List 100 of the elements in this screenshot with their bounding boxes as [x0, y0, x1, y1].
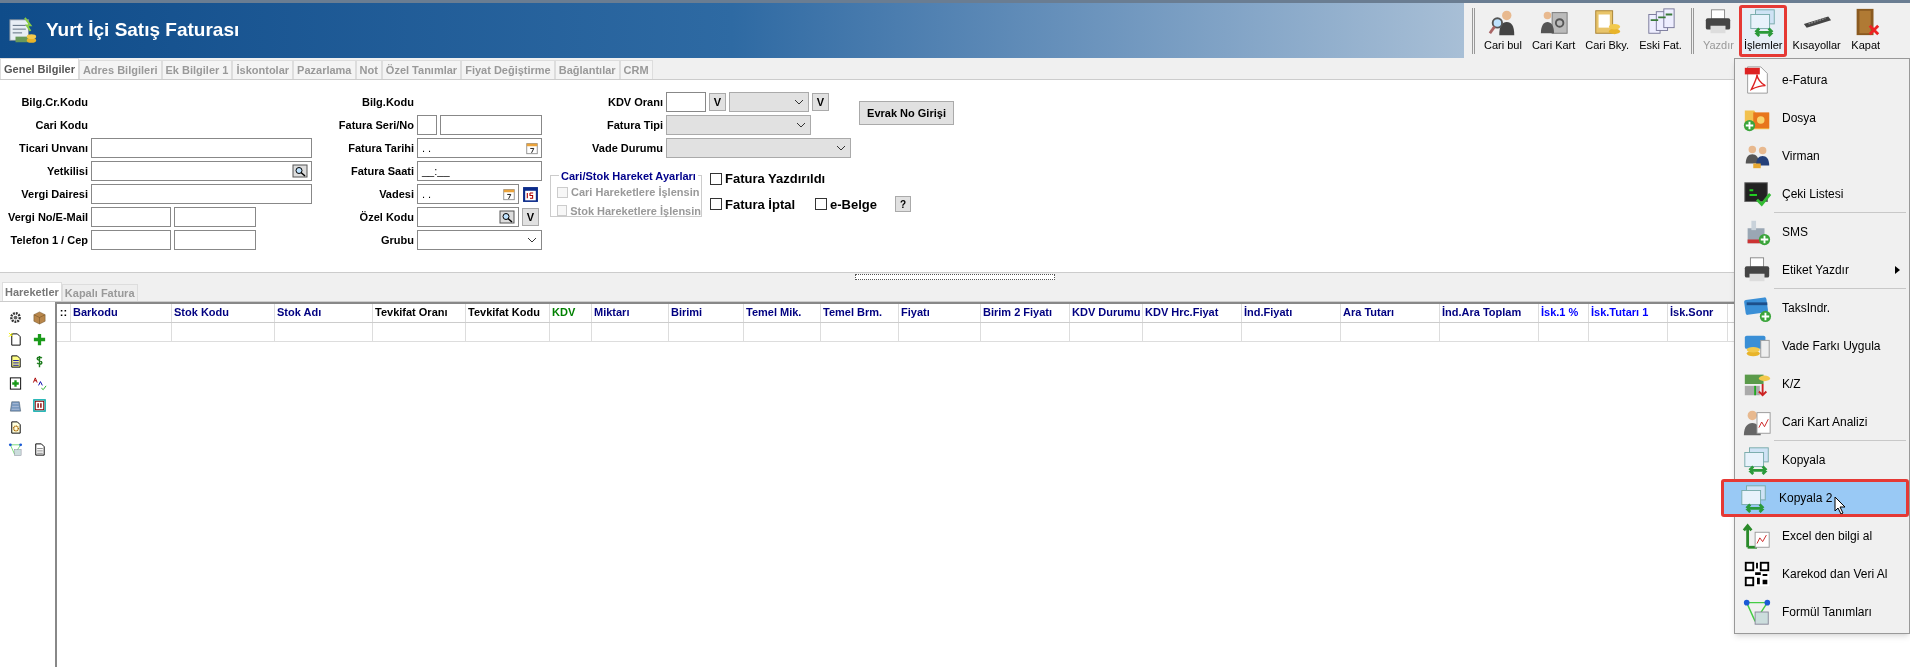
add-document-icon[interactable] — [8, 375, 23, 391]
column-header[interactable]: KDV — [550, 304, 592, 322]
submenu-arrow-icon — [1895, 266, 1900, 274]
document-lines-icon[interactable] — [8, 353, 23, 369]
menu-item[interactable]: Formül Tanımları — [1735, 593, 1909, 631]
splitter-handle[interactable] — [855, 274, 1055, 280]
v-button[interactable]: V — [812, 93, 829, 111]
column-header[interactable]: İnd.Fiyatı — [1242, 304, 1341, 322]
menu-item[interactable]: Çeki Listesi — [1735, 175, 1909, 213]
column-header[interactable]: İsk.1 % — [1539, 304, 1589, 322]
column-header[interactable]: İsk.Sonr — [1668, 304, 1728, 322]
checkbox-label: e-Belge — [830, 195, 877, 214]
menu-item[interactable]: Etiket Yazdır — [1735, 251, 1909, 289]
new-document-icon[interactable] — [8, 331, 23, 347]
toolbar-button[interactable]: Cari Kart — [1526, 4, 1581, 57]
menu-item[interactable]: SMS — [1735, 213, 1909, 251]
checkbox-label: Fatura Yazdırıldı — [725, 170, 826, 188]
lookup-icon[interactable] — [498, 209, 516, 225]
calendar-icon[interactable] — [525, 141, 539, 155]
input-field[interactable] — [666, 92, 706, 112]
windows-arrows-icon — [1742, 445, 1772, 475]
help-button[interactable]: ? — [895, 196, 911, 213]
evrak-no-button[interactable]: Evrak No Girişi — [859, 101, 954, 125]
column-header[interactable]: İnd.Ara Toplam — [1440, 304, 1539, 322]
toolbar-button[interactable]: Eski Fat. — [1634, 4, 1687, 57]
field-label: Fatura Saati — [350, 163, 414, 179]
column-header[interactable]: Temel Brm. — [821, 304, 899, 322]
input-field[interactable] — [91, 230, 171, 250]
input-field[interactable] — [417, 207, 519, 227]
input-field[interactable] — [91, 161, 312, 181]
checkbox[interactable] — [710, 172, 722, 185]
window-title: Yurt İçi Satış Faturası — [46, 18, 240, 43]
menu-item[interactable]: Virman — [1735, 137, 1909, 175]
input-field[interactable] — [174, 207, 256, 227]
toolbar-button[interactable]: Cari Bky. — [1580, 4, 1635, 57]
column-header[interactable]: Tevkifat Oranı — [373, 304, 466, 322]
input-field[interactable]: . . — [417, 184, 519, 204]
pause-icon[interactable] — [31, 397, 47, 413]
checkbox[interactable] — [815, 198, 827, 211]
input-field[interactable] — [91, 184, 312, 204]
column-header[interactable]: İsk.Tutarı 1 — [1589, 304, 1668, 322]
menu-item[interactable]: Kopyala — [1735, 441, 1909, 479]
plus-icon[interactable] — [31, 331, 47, 347]
field-label: Bilg.Cr.Kodu — [20, 94, 88, 110]
tab[interactable]: Genel Bilgiler — [0, 58, 79, 79]
v-button[interactable]: V — [709, 93, 726, 111]
field-label: Fatura Seri/No — [337, 117, 414, 133]
menu-item[interactable]: K/Z — [1735, 365, 1909, 403]
dropdown[interactable] — [417, 230, 542, 250]
column-header[interactable]: Birim 2 Fiyatı — [981, 304, 1070, 322]
windows-arrows-icon — [1739, 483, 1769, 513]
menu-item[interactable]: Excel den bilgi al — [1735, 517, 1909, 555]
cursor-icon — [1834, 496, 1846, 514]
toolbar-button[interactable]: Kısayollar — [1787, 4, 1846, 57]
menu-item[interactable]: TaksIndr. — [1735, 289, 1909, 327]
input-field[interactable] — [174, 230, 256, 250]
column-header[interactable]: Stok Kodu — [172, 304, 275, 322]
lookup-icon[interactable] — [291, 163, 309, 179]
checkbox[interactable] — [710, 198, 722, 211]
column-header[interactable]: Temel Mik. — [744, 304, 821, 322]
checkbox-label: Stok Hareketlere İşlensin — [570, 203, 701, 219]
menu-item[interactable]: Karekod dan Veri Al — [1735, 555, 1909, 593]
calendar-day-icon[interactable] — [522, 185, 539, 203]
toolbar-button[interactable]: İşlemler — [1738, 4, 1788, 57]
input-field[interactable] — [91, 138, 312, 158]
tab[interactable]: Hareketler — [2, 282, 62, 301]
column-header[interactable]: KDV Durumu — [1070, 304, 1143, 322]
input-field[interactable] — [417, 115, 437, 135]
column-header[interactable]: Birimi — [669, 304, 744, 322]
toolbar-button[interactable]: Kapat — [1845, 4, 1886, 57]
toolbar-button[interactable]: Cari bul — [1479, 4, 1527, 57]
menu-item[interactable]: Cari Kart Analizi — [1735, 403, 1909, 441]
field-label: KDV Oranı — [607, 94, 663, 110]
menu-item[interactable]: Dosya — [1735, 99, 1909, 137]
column-header[interactable]: Tevkifat Kodu — [466, 304, 550, 322]
gear-icon[interactable] — [8, 309, 23, 325]
column-header[interactable]: Ara Tutarı — [1341, 304, 1440, 322]
column-header[interactable]: Fiyatı — [899, 304, 981, 322]
v-button[interactable]: V — [522, 208, 539, 226]
menu-item[interactable]: e-Fatura — [1735, 61, 1909, 99]
spell-check-icon[interactable] — [31, 375, 47, 391]
diagram-icon[interactable] — [8, 441, 23, 457]
checkbox-label: Cari Hareketlere İşlensin — [571, 185, 700, 200]
column-header[interactable]: Barkodu — [71, 304, 172, 322]
column-header[interactable]: Stok Adı — [275, 304, 373, 322]
calendar-icon[interactable] — [502, 187, 516, 201]
menu-item[interactable]: Kopyala 2 — [1721, 479, 1909, 517]
input-field[interactable]: __:__ — [417, 161, 542, 181]
input-field[interactable] — [91, 207, 171, 227]
column-header[interactable]: Miktarı — [592, 304, 669, 322]
document-gear-icon[interactable] — [8, 419, 23, 435]
column-header[interactable]: KDV Hrc.Fiyat — [1143, 304, 1242, 322]
field-label: Cari Kodu — [34, 117, 88, 133]
input-field[interactable] — [440, 115, 542, 135]
input-field[interactable]: . . — [417, 138, 542, 158]
field-label: Vade Durumu — [591, 140, 663, 156]
field-label: Vadesi — [378, 186, 414, 202]
box-icon[interactable] — [31, 309, 47, 325]
menu-item[interactable]: Vade Farkı Uygula — [1735, 327, 1909, 365]
diagram-icon — [1742, 597, 1772, 627]
